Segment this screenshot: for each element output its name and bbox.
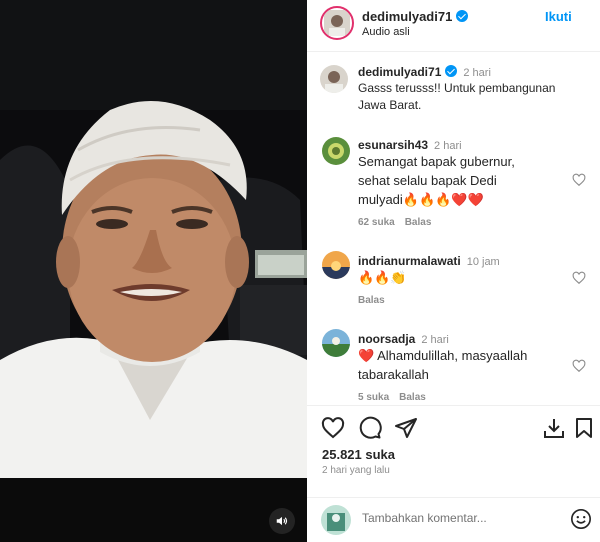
comment-avatar[interactable]	[322, 137, 350, 165]
video-frame	[0, 0, 307, 542]
comment-text: 🔥🔥👏	[358, 268, 407, 287]
comment-likes[interactable]: 62 suka	[358, 217, 395, 228]
verified-badge-icon	[456, 10, 469, 22]
comment-likes[interactable]: 5 suka	[358, 392, 389, 403]
comment-time: 2 hari	[421, 334, 449, 346]
comment-composer	[307, 497, 600, 542]
comment-username[interactable]: esunarsih43	[358, 138, 428, 152]
comment-meta: Balas	[358, 295, 395, 306]
audio-label[interactable]: Audio asli	[362, 26, 410, 38]
post-side-panel: dedimulyadi71 Audio asli Ikuti dedimulya…	[307, 0, 600, 542]
header-username[interactable]: dedimulyadi71	[362, 9, 452, 24]
comment-like-heart-icon[interactable]	[572, 271, 586, 285]
like-count[interactable]: 25.821 suka	[322, 447, 395, 462]
action-bar	[307, 405, 600, 447]
verified-badge-icon	[445, 65, 458, 77]
comment-avatar[interactable]	[322, 251, 350, 279]
comment-time: 2 hari	[434, 140, 462, 152]
smiley-icon[interactable]	[570, 508, 592, 530]
caption-avatar[interactable]	[320, 65, 348, 93]
comment-header: noorsadja 2 hari	[358, 332, 449, 346]
current-user-avatar	[321, 505, 351, 535]
caption-header: dedimulyadi71 2 hari	[358, 65, 491, 79]
comment-line: Semangat bapak gubernur,	[358, 154, 515, 169]
comment-text: Semangat bapak gubernur, sehat selalu ba…	[358, 152, 515, 209]
download-icon[interactable]	[542, 416, 566, 440]
comments-list[interactable]: dedimulyadi71 2 hari Gasss terusss!! Untu…	[307, 53, 600, 405]
comment-line: sehat selalu bapak Dedi	[358, 173, 497, 188]
comment-line: ❤️ Alhamdulillah, masyaallah	[358, 348, 528, 363]
comment-input[interactable]	[362, 511, 562, 525]
post-timestamp[interactable]: 2 hari yang lalu	[322, 465, 390, 476]
comment-like-heart-icon[interactable]	[572, 359, 586, 373]
comment-avatar[interactable]	[322, 329, 350, 357]
avatar[interactable]	[320, 6, 354, 40]
heart-outline-icon[interactable]	[321, 416, 345, 440]
sound-toggle-button[interactable]	[269, 508, 295, 534]
caption-text: Gasss terusss!! Untuk pembangunan Jawa B…	[358, 80, 555, 114]
comment-header: indrianurmalawati 10 jam	[358, 254, 500, 268]
paper-plane-icon[interactable]	[394, 416, 418, 440]
comment-line: mulyadi🔥🔥🔥❤️❤️	[358, 192, 484, 207]
comment-line: 🔥🔥👏	[358, 270, 407, 285]
caption-time: 2 hari	[463, 67, 491, 79]
video-player[interactable]	[0, 0, 307, 542]
comment-line: tabarakallah	[358, 367, 429, 382]
reply-button[interactable]: Balas	[405, 217, 432, 228]
comment-like-heart-icon[interactable]	[572, 173, 586, 187]
comment-username[interactable]: indrianurmalawati	[358, 254, 461, 268]
comment-time: 10 jam	[466, 256, 500, 268]
speaker-icon	[276, 516, 288, 526]
reply-button[interactable]: Balas	[358, 295, 385, 306]
comment-bubble-icon[interactable]	[358, 416, 382, 440]
comment-text: ❤️ Alhamdulillah, masyaallah tabarakalla…	[358, 346, 527, 384]
comment-header: esunarsih43 2 hari	[358, 138, 462, 152]
follow-button[interactable]: Ikuti	[545, 9, 572, 24]
comment-meta: 62 suka Balas	[358, 217, 441, 228]
caption-line: Jawa Barat.	[358, 98, 422, 112]
caption-line: Gasss terusss!! Untuk pembangunan	[358, 81, 556, 95]
reply-button[interactable]: Balas	[399, 392, 426, 403]
post-header: dedimulyadi71 Audio asli Ikuti	[307, 0, 600, 52]
comment-meta: 5 suka Balas	[358, 392, 436, 403]
caption-username[interactable]: dedimulyadi71	[358, 65, 441, 79]
header-username-row[interactable]: dedimulyadi71	[362, 9, 469, 24]
comment-username[interactable]: noorsadja	[358, 332, 415, 346]
bookmark-icon[interactable]	[572, 416, 596, 440]
